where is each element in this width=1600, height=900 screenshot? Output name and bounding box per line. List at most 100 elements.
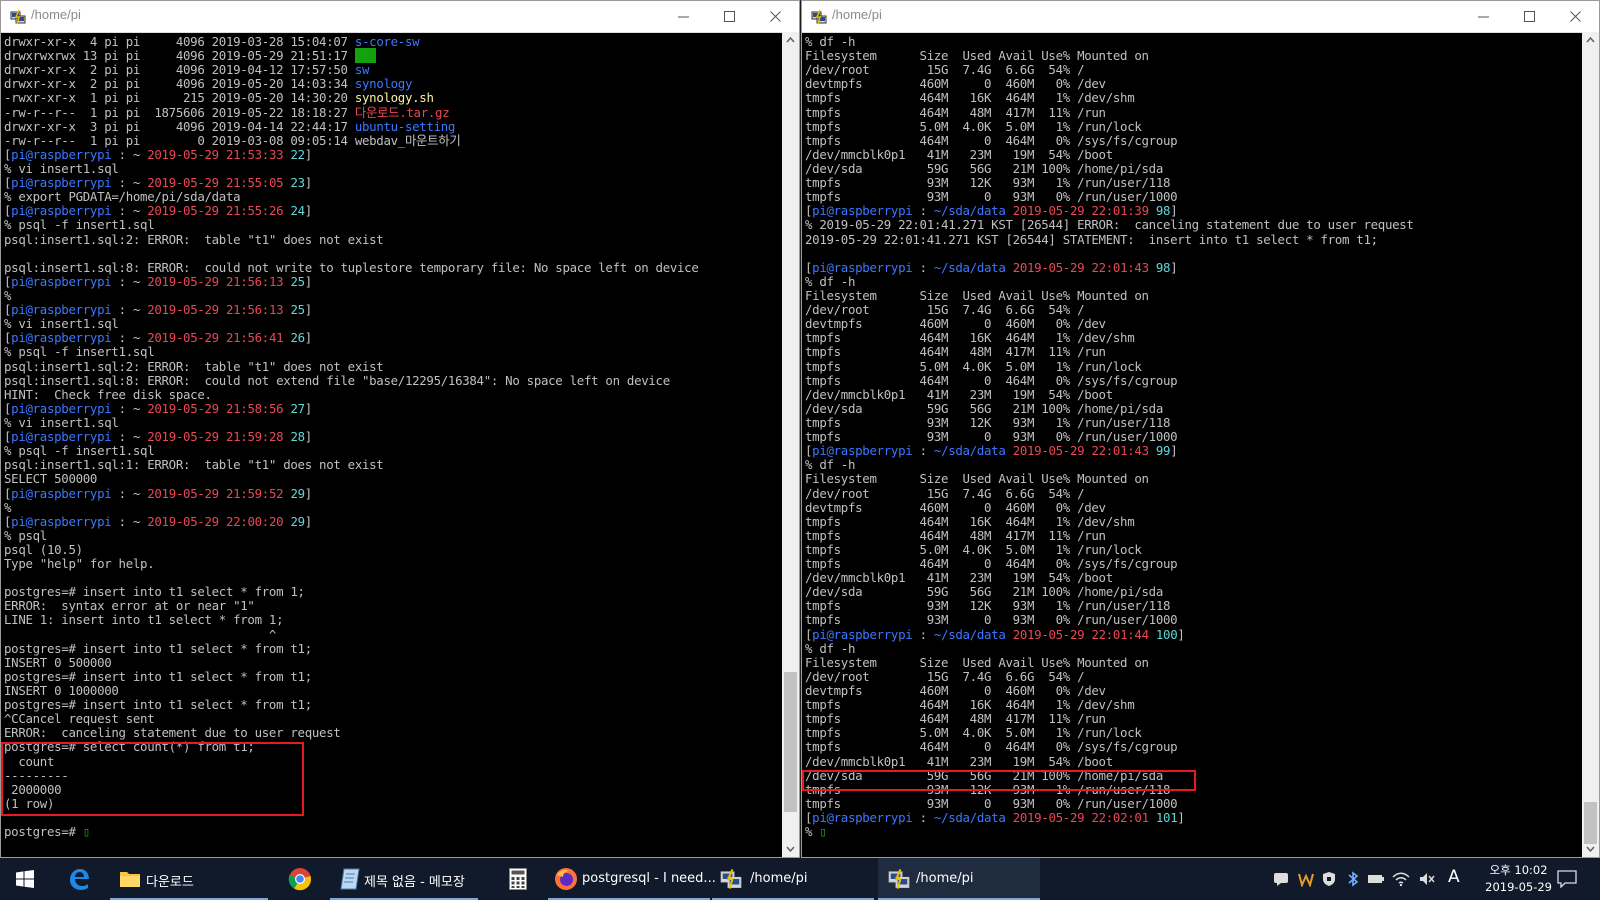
terminal-line: % df -h (805, 274, 1581, 289)
maximize-button[interactable] (1507, 1, 1553, 32)
terminal-line: [pi@raspberrypi : ~/sda/data 2019-05-29 … (805, 626, 1581, 642)
notifications-icon[interactable] (1557, 870, 1577, 888)
terminal-text: LINE 1: insert into t1 select * from 1; (4, 612, 284, 628)
taskbar-notepad[interactable]: 제목 없음 - 메모장 (330, 858, 478, 900)
bluetooth-icon[interactable] (1346, 871, 1360, 887)
terminal-text: tmpfs 464M 0 464M 0% /sys/fs/cgroup (805, 739, 1178, 755)
minimize-button[interactable] (1461, 1, 1507, 32)
close-button[interactable] (753, 1, 799, 32)
minimize-icon (678, 16, 689, 18)
wifi-icon[interactable] (1392, 871, 1410, 887)
terminal-text: pi@raspberrypi (11, 302, 112, 318)
terminal-text: : (912, 443, 934, 459)
edge-icon (70, 869, 89, 890)
start-button[interactable] (0, 858, 48, 900)
terminal-text: tmpfs 5.0M 4.0K 5.0M 1% /run/lock (805, 118, 1142, 134)
terminal-text: ] (1177, 626, 1185, 642)
taskbar-calculator[interactable] (494, 858, 542, 900)
taskbar-putty-2[interactable]: /home/pi (878, 858, 1040, 900)
terminal-line: Filesystem Size Used Avail Use% Mounted … (805, 654, 1581, 670)
chat-icon[interactable] (1273, 871, 1289, 887)
minimize-button[interactable] (661, 1, 707, 32)
terminal-text: postgres=# insert into t1 select * from … (4, 697, 312, 713)
terminal-line: Filesystem Size Used Avail Use% Mounted … (805, 49, 1581, 63)
ime-indicator[interactable]: A (1448, 867, 1460, 887)
taskbar-label: postgresql - I need... (582, 871, 716, 886)
vertical-scrollbar[interactable] (1582, 32, 1599, 857)
terminal-text: : ~ (111, 203, 148, 219)
window-titlebar[interactable]: /home/pi (1, 1, 799, 33)
terminal-line: tmpfs 464M 0 464M 0% /sys/fs/cgroup (805, 133, 1581, 148)
scroll-up-arrow-icon[interactable] (1586, 36, 1595, 45)
terminal-text: INSERT 0 500000 (4, 654, 112, 670)
terminal-text: 2019-05-29 22:01:39 (1012, 203, 1149, 219)
terminal-line: psql:insert1.sql:1: ERROR: table "t1" do… (4, 458, 781, 472)
terminal-line: [pi@raspberrypi : ~ 2019-05-29 21:59:28 … (4, 430, 781, 444)
terminal-text: tmpfs 464M 48M 417M 11% /run (805, 527, 1106, 543)
terminal-line: % psql (4, 527, 781, 543)
terminal-text: tmpfs 464M 16K 464M 1% /dev/shm (805, 90, 1135, 106)
terminal-text: ^CCancel request sent (4, 711, 155, 727)
scroll-down-arrow-icon[interactable] (786, 844, 795, 853)
putty-window-left[interactable]: /home/pi drwxr-xr-x 4 pi pi 4096 2019-03… (0, 0, 800, 858)
terminal-text: pi@raspberrypi (11, 485, 112, 501)
scroll-down-arrow-icon[interactable] (1586, 844, 1595, 853)
terminal-line: drwxrwxrwx 13 pi pi 4096 2019-05-29 21:5… (4, 48, 781, 64)
volume-muted-icon[interactable] (1418, 871, 1436, 887)
terminal-text: 2019-05-29 21:56:13 (147, 273, 284, 289)
terminal-line: tmpfs 464M 16K 464M 1% /dev/shm (805, 514, 1581, 529)
terminal-text: % df -h (805, 457, 856, 473)
terminal-text: ] (304, 146, 312, 162)
taskbar-putty-1[interactable]: /home/pi (712, 858, 874, 900)
taskbar-chrome[interactable] (276, 858, 324, 900)
scrollbar-thumb[interactable] (784, 672, 797, 812)
terminal-cursor: ▯ (82, 824, 90, 840)
terminal-text: ] (1177, 810, 1185, 826)
taskbar-edge[interactable] (55, 858, 103, 900)
terminal-line: % psql -f insert1.sql (4, 218, 781, 232)
scroll-up-arrow-icon[interactable] (786, 36, 795, 45)
terminal-line: [pi@raspberrypi : ~/sda/data 2019-05-29 … (805, 810, 1581, 826)
terminal-text: postgres=# insert into t1 select * from … (4, 668, 312, 684)
vertical-scrollbar[interactable] (782, 32, 799, 857)
window-titlebar[interactable]: /home/pi (802, 1, 1599, 33)
terminal-output[interactable]: % df -h Filesystem Size Used Avail Use% M… (805, 35, 1581, 857)
terminal-line: 2019-05-29 22:01:41.271 KST [26544] STAT… (805, 232, 1581, 247)
terminal-text: % df -h (805, 640, 856, 656)
terminal-line: tmpfs 464M 16K 464M 1% /dev/shm (805, 331, 1581, 345)
security-shield-icon[interactable] (1321, 871, 1337, 887)
terminal-line: postgres=# ▯ (4, 825, 781, 839)
terminal-output[interactable]: drwxr-xr-x 4 pi pi 4096 2019-03-28 15:04… (4, 35, 781, 857)
terminal-line: /dev/mmcblk0p1 41M 23M 19M 54% /boot (805, 147, 1581, 162)
terminal-text: INSERT 0 1000000 (4, 683, 119, 699)
terminal-text: ] (304, 302, 312, 318)
maximize-button[interactable] (707, 1, 753, 32)
terminal-text: % psql (4, 527, 47, 543)
terminal-line: tmpfs 464M 0 464M 0% /sys/fs/cgroup (805, 740, 1581, 754)
windows-start-icon (16, 870, 34, 888)
terminal-line: drwxr-xr-x 2 pi pi 4096 2019-04-12 17:57… (4, 63, 781, 77)
terminal-text: pi@raspberrypi (11, 330, 112, 346)
terminal-text: Filesystem Size Used Avail Use% Mounted … (805, 654, 1149, 670)
close-button[interactable] (1553, 1, 1599, 32)
battery-icon[interactable] (1367, 871, 1385, 887)
terminal-text: Filesystem Size Used Avail Use% Mounted … (805, 471, 1149, 487)
terminal-text: ~/sda/data (933, 443, 1006, 459)
terminal-line: [pi@raspberrypi : ~/sda/data 2019-05-29 … (805, 444, 1581, 458)
system-clock[interactable]: 오후 10:02 2019-05-29 (1485, 862, 1552, 896)
terminal-text: ] (1170, 259, 1178, 275)
taskbar-downloads-folder[interactable]: 다운로드 (110, 858, 268, 900)
putty-window-right[interactable]: /home/pi % df -h Filesystem Size Used Ava… (801, 0, 1600, 858)
terminal-text: % vi insert1.sql (4, 316, 119, 332)
terminal-text: 2019-05-29 22:02:01 (1012, 810, 1149, 826)
window-title: /home/pi (31, 7, 81, 22)
terminal-line: drwxr-xr-x 4 pi pi 4096 2019-03-28 15:04… (4, 35, 781, 49)
terminal-text: tmpfs 93M 12K 93M 1% /run/user/118 (805, 598, 1171, 614)
taskbar-firefox[interactable]: postgresql - I need... (548, 858, 716, 900)
terminal-line: tmpfs 464M 0 464M 0% /sys/fs/cgroup (805, 556, 1581, 571)
scrollbar-thumb[interactable] (1584, 802, 1597, 844)
winamp-icon[interactable] (1298, 871, 1314, 887)
